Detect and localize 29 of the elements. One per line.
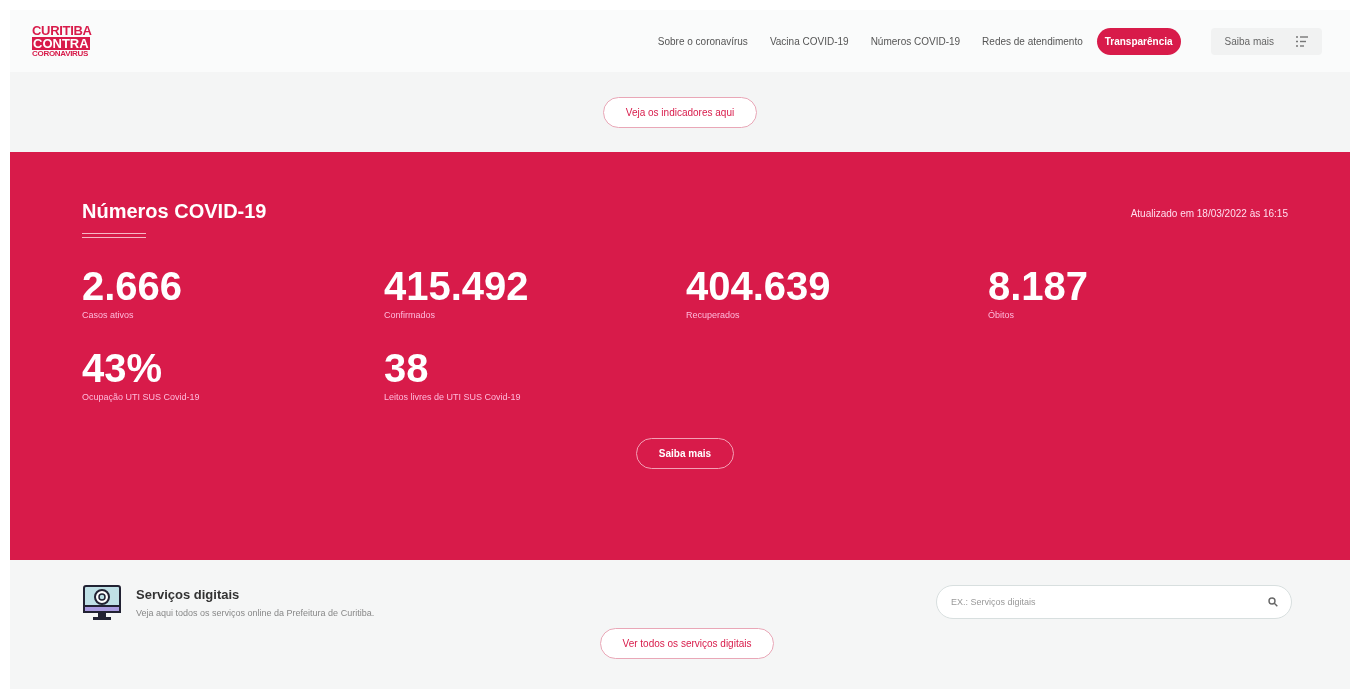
stat-value: 8.187 xyxy=(988,264,1090,308)
stat-label: Confirmados xyxy=(384,310,437,320)
filter-icon xyxy=(1296,35,1308,47)
stat-label: Leitos livres de UTI SUS Covid-19 xyxy=(384,392,522,402)
search-icon[interactable] xyxy=(1268,597,1278,607)
services-title: Serviços digitais xyxy=(136,586,241,602)
stat-value: 404.639 xyxy=(686,264,832,308)
menu-button[interactable]: Saiba mais xyxy=(1210,27,1322,55)
stat-label: Óbitos xyxy=(988,310,1015,320)
more-button[interactable]: Saiba mais xyxy=(635,438,735,469)
section-title: Números COVID-19 xyxy=(82,200,267,223)
nav-link[interactable]: Transparência xyxy=(1096,27,1181,55)
logo[interactable]: CURITIBA CONTRA CORONAVIRUS xyxy=(32,24,92,58)
indicators-button[interactable]: Veja os indicadores aqui xyxy=(602,96,758,128)
stat-value: 43% xyxy=(82,346,164,390)
stat-value: 2.666 xyxy=(82,264,184,308)
stat-value: 415.492 xyxy=(384,264,530,308)
nav-link[interactable]: Números COVID-19 xyxy=(862,27,969,55)
all-services-button[interactable]: Ver todos os serviços digitais xyxy=(599,628,775,659)
stat-label: Ocupação UTI SUS Covid-19 xyxy=(82,392,201,402)
stat-label: Casos ativos xyxy=(82,310,135,320)
nav-link[interactable]: Redes de atendimento xyxy=(974,27,1091,55)
search-field[interactable]: EX.: Serviços digitais xyxy=(936,585,1292,619)
stat-value: 38 xyxy=(384,346,430,390)
services-description: Veja aqui todos os serviços online da Prefeitura de Curitiba. xyxy=(136,607,375,618)
nav-link[interactable]: Vacina COVID-19 xyxy=(761,27,857,55)
nav-link[interactable]: Sobre o coronavírus xyxy=(649,27,756,55)
stat-label: Recuperados xyxy=(686,310,741,320)
updated-text: Atualizado em 18/03/2022 às 16:15 xyxy=(1130,208,1288,219)
